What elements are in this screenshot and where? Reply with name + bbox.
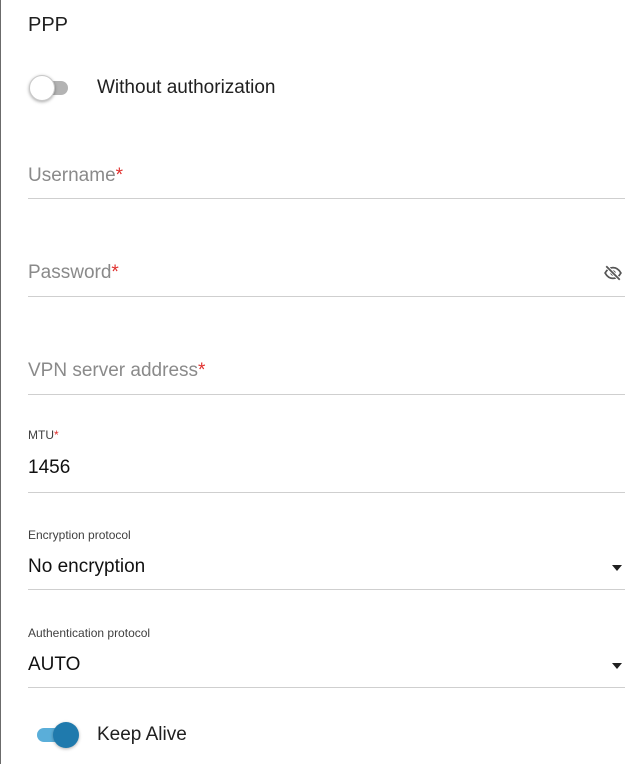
password-field[interactable]: Password* (28, 247, 625, 297)
without-authorization-label: Without authorization (97, 77, 276, 98)
authentication-protocol-label: Authentication protocol (28, 626, 151, 640)
toggle-thumb (53, 722, 79, 748)
mtu-label: MTU* (28, 428, 59, 442)
required-mark: * (54, 428, 59, 442)
mtu-field[interactable]: MTU* 1456 (28, 420, 625, 493)
authentication-protocol-select[interactable]: Authentication protocol AUTO (28, 616, 625, 688)
encryption-protocol-select[interactable]: Encryption protocol No encryption (28, 518, 625, 590)
chevron-down-icon[interactable] (612, 663, 622, 669)
password-placeholder: Password* (28, 262, 119, 283)
required-mark: * (111, 262, 119, 283)
ppp-settings-panel: PPP Without authorization Username* Pass… (0, 0, 625, 764)
toggle-thumb (29, 75, 55, 101)
required-mark: * (115, 165, 124, 186)
vpn-server-address-placeholder: VPN server address* (28, 360, 206, 381)
eye-off-icon[interactable] (604, 264, 622, 282)
vpn-server-address-field[interactable]: VPN server address* (28, 344, 625, 395)
section-title: PPP (28, 14, 69, 36)
username-placeholder: Username* (28, 165, 124, 186)
without-authorization-toggle[interactable] (28, 75, 70, 101)
encryption-protocol-value: No encryption (28, 556, 146, 577)
encryption-protocol-label: Encryption protocol (28, 528, 131, 542)
mtu-value: 1456 (28, 457, 71, 478)
keep-alive-toggle[interactable] (31, 722, 79, 748)
chevron-down-icon[interactable] (612, 565, 622, 571)
required-mark: * (198, 360, 206, 381)
keep-alive-label: Keep Alive (97, 724, 187, 745)
username-field[interactable]: Username* (28, 150, 625, 199)
authentication-protocol-value: AUTO (28, 654, 81, 675)
